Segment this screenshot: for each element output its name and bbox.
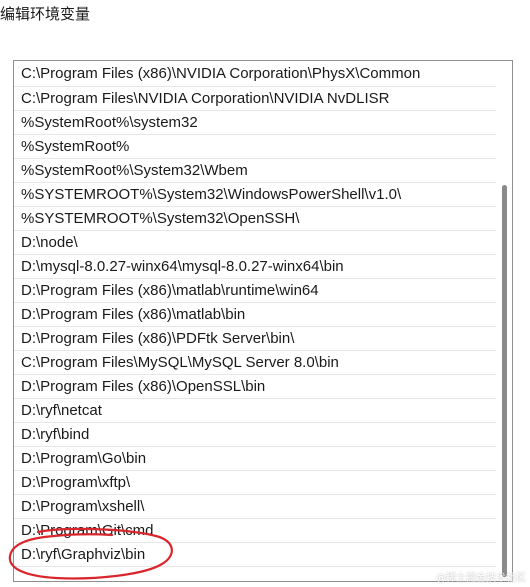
path-list-item[interactable]: D:\Program Files (x86)\OpenSSL\bin [14,375,496,399]
path-list-item[interactable]: D:\ryf\netcat [14,399,496,423]
edit-env-variable-dialog: 编辑环境变量 C:\Program Files (x86)\NVIDIA Cor… [0,0,530,587]
path-list-item[interactable]: C:\Program Files\MySQL\MySQL Server 8.0\… [14,351,496,375]
watermark: @稀土掘金技术社区 [436,573,526,584]
scrollbar-thumb[interactable] [502,185,507,577]
path-list-item[interactable]: D:\ryf\bind [14,423,496,447]
path-list-item[interactable]: D:\Program Files (x86)\matlab\bin [14,303,496,327]
path-list-item[interactable]: D:\ryf\Graphviz\bin [14,543,496,567]
path-list-box[interactable]: C:\Program Files (x86)\NVIDIA Corporatio… [13,60,513,582]
path-list-item[interactable]: D:\Program\xshell\ [14,495,496,519]
path-list-item[interactable]: %SystemRoot%\System32\Wbem [14,159,496,183]
dialog-title: 编辑环境变量 [0,6,91,23]
path-list-item[interactable]: D:\Program Files (x86)\matlab\runtime\wi… [14,279,496,303]
path-list-item[interactable]: %SYSTEMROOT%\System32\WindowsPowerShell\… [14,183,496,207]
path-list-item[interactable]: D:\node\ [14,231,496,255]
path-list-item[interactable]: D:\Program\xftp\ [14,471,496,495]
path-list: C:\Program Files (x86)\NVIDIA Corporatio… [14,62,496,567]
path-list-item[interactable]: D:\mysql-8.0.27-winx64\mysql-8.0.27-winx… [14,255,496,279]
vertical-scrollbar[interactable] [497,61,511,581]
path-list-item[interactable]: D:\Program Files (x86)\PDFtk Server\bin\ [14,327,496,351]
path-list-item[interactable]: %SYSTEMROOT%\System32\OpenSSH\ [14,207,496,231]
path-list-item[interactable]: C:\Program Files (x86)\NVIDIA Corporatio… [14,62,496,87]
path-list-item[interactable]: D:\Program\Go\bin [14,447,496,471]
path-list-item[interactable]: %SystemRoot%\system32 [14,111,496,135]
path-list-item[interactable]: D:\Program\Git\cmd [14,519,496,543]
path-list-item[interactable]: %SystemRoot% [14,135,496,159]
path-list-item[interactable]: C:\Program Files\NVIDIA Corporation\NVID… [14,87,496,111]
